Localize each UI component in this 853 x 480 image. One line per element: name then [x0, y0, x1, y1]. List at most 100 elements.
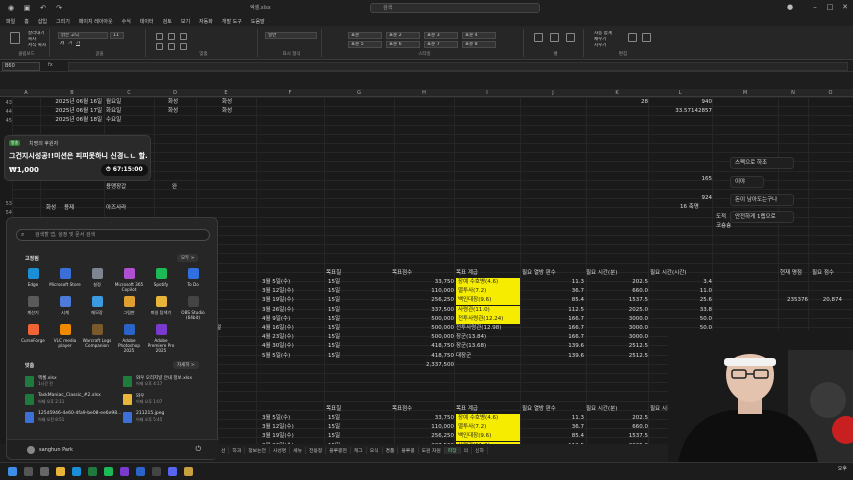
table-header[interactable]: 필요 점수	[812, 269, 834, 278]
table-header[interactable]: 현재 명점	[780, 269, 802, 278]
cell-c[interactable]: 월요일	[106, 98, 121, 107]
cell-c[interactable]: 아즈사라	[106, 204, 126, 213]
row-min[interactable]: 660.0	[586, 423, 648, 432]
start-search-input[interactable]: 검색할 앱, 설정 및 문서 검색	[16, 229, 210, 241]
sheet-tab[interactable]: 전용정	[306, 446, 327, 454]
column-header[interactable]: E	[196, 89, 256, 97]
format-cells-icon[interactable]	[566, 33, 575, 42]
row-date[interactable]: 3월 19일(수)	[262, 432, 294, 441]
row-min[interactable]: 3000.0	[586, 315, 648, 324]
sheet-tab[interactable]: 블루콩	[398, 446, 419, 454]
row-date[interactable]: 3월 26일(수)	[262, 442, 294, 444]
italic-button[interactable]: 가	[66, 41, 72, 47]
style-normal-5[interactable]: 표준 5	[348, 41, 382, 48]
cell-l[interactable]: 924	[690, 194, 713, 203]
cell-l[interactable]: 33.57142857	[650, 107, 712, 116]
row-date[interactable]: 4월 30일(수)	[262, 342, 294, 351]
find-select-icon[interactable]	[642, 33, 651, 42]
column-header[interactable]: J	[520, 89, 586, 97]
edge-icon[interactable]	[72, 467, 81, 476]
row-score[interactable]: 418,750	[392, 352, 454, 361]
sheet-tab[interactable]: 의	[461, 446, 473, 454]
menu-item[interactable]: 파일	[6, 18, 15, 25]
row-rank[interactable]: 사령관(11.0)	[456, 441, 520, 444]
table-header[interactable]: 목표 계급	[456, 269, 478, 278]
sheet-tab[interactable]: 세뉴	[290, 446, 306, 454]
user-name[interactable]: sanghun Park	[39, 447, 73, 453]
file-explorer-icon[interactable]	[56, 467, 65, 476]
row-date[interactable]: 3월 26일(수)	[262, 306, 294, 315]
fx-icon[interactable]: fx	[48, 62, 53, 68]
sheet-tab[interactable]: 선	[218, 446, 230, 454]
excel-icon[interactable]	[88, 467, 97, 476]
row-min[interactable]: 2025.0	[586, 306, 648, 315]
table-header[interactable]: 필요 열방 판수	[522, 269, 556, 278]
sheet-tab[interactable]: 오식	[367, 446, 383, 454]
cell-d[interactable]: 화성	[168, 98, 178, 107]
align-left-icon[interactable]	[156, 43, 163, 50]
cell-c[interactable]: 용맹장갑	[106, 183, 126, 192]
row-need[interactable]: 20,874	[808, 296, 842, 305]
row-rank[interactable]: 전투사령관(12.24)	[456, 314, 520, 324]
bold-button[interactable]: 가	[58, 41, 64, 47]
row-score[interactable]: 337,500	[392, 442, 454, 444]
row-date[interactable]: 4월 23일(수)	[262, 333, 294, 342]
row-min[interactable]: 202.5	[586, 414, 648, 423]
cell-c[interactable]: 화요일	[106, 107, 121, 116]
row-score[interactable]: 33,750	[392, 278, 454, 287]
row-min[interactable]: 2512.5	[586, 342, 648, 351]
recommended-item[interactable]: 와우 오리지널 안내 정보.xlsx 어제 오후 4:17	[123, 375, 215, 389]
discord-icon[interactable]	[168, 467, 177, 476]
style-normal-3[interactable]: 표준 3	[424, 32, 458, 39]
column-header[interactable]: D	[154, 89, 196, 97]
sheet-tab[interactable]: 하과	[229, 446, 246, 454]
row-plays[interactable]: 36.7	[522, 423, 584, 432]
row-days[interactable]: 15일	[328, 278, 340, 287]
save-icon[interactable]: ▣	[22, 3, 32, 13]
row-score[interactable]: 418,750	[392, 342, 454, 351]
task-view-icon[interactable]	[40, 467, 49, 476]
style-normal[interactable]: 표준	[348, 32, 382, 39]
app-tile[interactable]: Edge	[17, 268, 49, 287]
sheet-tab[interactable]: 블루콩천	[326, 446, 351, 454]
menu-item[interactable]: 보기	[181, 18, 190, 25]
paste-icon[interactable]	[10, 32, 20, 44]
row-min[interactable]: 3000.0	[586, 333, 648, 342]
cell-b[interactable]: 2025년 06월 17일	[42, 107, 102, 116]
row-days[interactable]: 15일	[328, 315, 340, 324]
table-header[interactable]: 필요 열방 판수	[522, 405, 556, 414]
format-painter-button[interactable]: 서식 복사	[26, 43, 48, 49]
row-date[interactable]: 4월 9일(수)	[262, 315, 290, 324]
search-icon[interactable]	[24, 467, 33, 476]
app-tile[interactable]: Spotify	[145, 268, 177, 287]
row-number[interactable]: 44	[0, 109, 12, 115]
column-header[interactable]: H	[394, 89, 454, 97]
row-number[interactable]: 53	[0, 201, 12, 207]
menu-item[interactable]: 도움말	[251, 18, 265, 25]
recommended-item[interactable]: 211215.jpeg 어제 오후 5:45	[123, 411, 215, 425]
cell-l[interactable]: 165	[690, 175, 713, 184]
sheet-tab[interactable]: 파장	[444, 446, 461, 454]
style-normal-7[interactable]: 표준 7	[424, 41, 458, 48]
wow-icon[interactable]	[184, 467, 193, 476]
avatar[interactable]	[27, 446, 35, 454]
row-min[interactable]: 202.5	[586, 278, 648, 287]
row-rank[interactable]: 사령관(11.0)	[456, 305, 520, 315]
row-plays[interactable]: 85.4	[522, 296, 584, 305]
table-header[interactable]: 목표칠	[326, 269, 341, 278]
cell-d[interactable]: 완	[172, 183, 177, 192]
name-box[interactable]: B60	[2, 62, 40, 71]
photoshop-icon[interactable]	[136, 467, 145, 476]
profile-icon[interactable]: ●	[780, 3, 800, 11]
style-normal-8[interactable]: 표준 8	[462, 41, 496, 48]
row-plays[interactable]: 85.4	[522, 432, 584, 441]
row-rank[interactable]: 전투사령관(12.98)	[456, 324, 501, 333]
redo-icon[interactable]: ↷	[54, 3, 64, 13]
row-plays[interactable]: 166.7	[522, 315, 584, 324]
row-date[interactable]: 5월 5일(수)	[262, 352, 290, 361]
close-icon[interactable]: ✕	[835, 3, 853, 11]
row-min[interactable]: 1537.5	[586, 432, 648, 441]
column-header[interactable]: I	[454, 89, 520, 97]
autosave-icon[interactable]: ◉	[6, 3, 16, 13]
cell-l[interactable]: 940	[650, 98, 713, 107]
